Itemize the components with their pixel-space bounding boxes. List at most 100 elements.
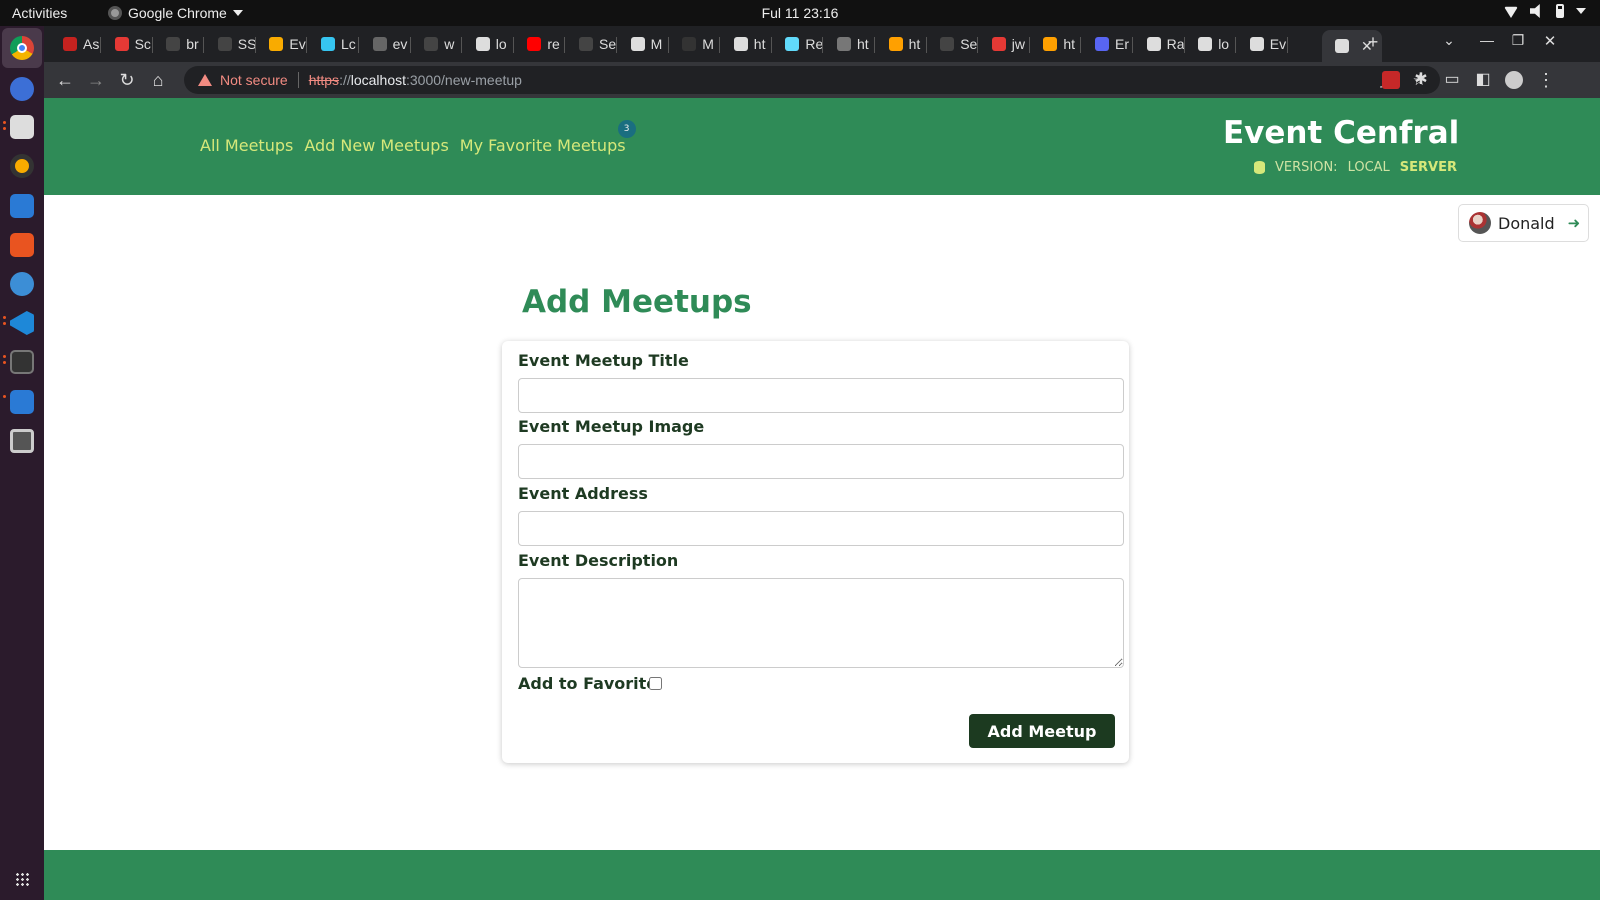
tab-label: ev <box>392 36 408 52</box>
browser-tab[interactable]: Ra <box>1134 30 1185 58</box>
browser-tab[interactable]: ht <box>1030 30 1082 58</box>
browser-tab[interactable]: jw <box>979 30 1030 58</box>
warning-icon <box>198 74 212 86</box>
rhythmbox-icon[interactable] <box>10 154 34 178</box>
globe-icon <box>1198 37 1213 51</box>
browser-tab[interactable]: Er <box>1082 30 1133 58</box>
usb-drive-icon[interactable] <box>10 429 34 453</box>
browser-tab[interactable]: ht <box>721 30 772 58</box>
browser-tab[interactable]: Re <box>772 30 824 58</box>
help-icon[interactable] <box>10 272 34 296</box>
note-icon <box>269 37 284 51</box>
files-icon[interactable] <box>10 115 34 139</box>
jw-icon <box>991 37 1006 51</box>
tab-label: M <box>702 36 714 52</box>
close-window-button[interactable]: ✕ <box>1538 32 1562 50</box>
minimize-button[interactable]: — <box>1475 32 1499 48</box>
activities-button[interactable]: Activities <box>12 5 67 21</box>
tab-label: Ra <box>1166 36 1185 52</box>
battery-icon <box>1556 4 1564 18</box>
browser-tab[interactable]: w <box>411 30 463 58</box>
terminal-icon[interactable] <box>10 350 34 374</box>
cast-icon[interactable]: ▭ <box>1440 68 1464 92</box>
version-label: VERSION: <box>1275 160 1338 175</box>
browser-tab[interactable]: Se <box>927 30 979 58</box>
api-icon <box>837 37 851 51</box>
gmail-icon <box>63 37 77 51</box>
version-local-option[interactable]: LOCAL <box>1348 160 1390 175</box>
browser-tab[interactable]: lo <box>1185 30 1237 58</box>
title-input[interactable] <box>518 378 1124 413</box>
browser-tab[interactable]: SS <box>205 30 256 58</box>
side-panel-icon[interactable]: ◧ <box>1471 68 1495 92</box>
back-button[interactable]: ← <box>53 68 77 92</box>
browser-tab[interactable]: Lc <box>308 30 359 58</box>
chevron-down-icon <box>1576 8 1586 14</box>
browser-tab[interactable]: ev <box>360 30 411 58</box>
puzzle-icon[interactable]: ✱ <box>1409 68 1433 92</box>
profile-avatar[interactable] <box>1505 71 1523 89</box>
browser-tab[interactable]: Ev <box>256 30 308 58</box>
chrome-icon <box>108 6 122 20</box>
dock <box>0 26 44 900</box>
user-menu-button[interactable]: Donald ➜ <box>1458 204 1589 242</box>
add-meetup-button[interactable]: Add Meetup <box>969 714 1115 748</box>
writer-icon[interactable] <box>10 194 34 218</box>
github-icon <box>166 37 181 51</box>
address-bar[interactable]: Not secure https :// localhost :3000/new… <box>184 66 1440 94</box>
browser-tab[interactable]: br <box>153 30 205 58</box>
globe-icon <box>733 37 748 51</box>
nav-my-favorite-meetups[interactable]: My Favorite Meetups 3 <box>460 120 636 155</box>
reload-button[interactable]: ↻ <box>115 68 139 92</box>
browser-tab[interactable]: M <box>669 30 721 58</box>
system-clock[interactable]: Ful 11 23:16 <box>762 5 839 21</box>
logout-icon[interactable]: ➜ <box>1568 214 1581 232</box>
browser-tab[interactable]: re <box>514 30 566 58</box>
version-server-option[interactable]: SERVER <box>1400 160 1457 175</box>
browser-tab[interactable]: As <box>50 30 101 58</box>
github-icon <box>424 37 439 51</box>
thunderbird-icon[interactable] <box>10 77 34 101</box>
not-secure-label[interactable]: Not secure <box>220 72 288 88</box>
extension-icon[interactable] <box>1382 71 1400 89</box>
address-label: Event Address <box>518 484 648 503</box>
tab-label: Lc <box>341 36 356 52</box>
avatar <box>1469 212 1491 234</box>
app-menu[interactable]: Google Chrome <box>108 5 243 21</box>
vscode-icon[interactable] <box>10 311 34 335</box>
system-tray[interactable] <box>1504 4 1586 18</box>
home-button[interactable]: ⌂ <box>146 68 170 92</box>
favorites-count-badge: 3 <box>617 120 636 138</box>
nav-all-meetups[interactable]: All Meetups <box>200 136 293 155</box>
software-center-icon[interactable] <box>10 233 34 257</box>
address-input[interactable] <box>518 511 1124 546</box>
tab-label: lo <box>495 36 507 52</box>
browser-tab[interactable]: M <box>618 30 669 58</box>
browser-tab[interactable]: Ev <box>1237 30 1288 58</box>
nav-add-new-meetups[interactable]: Add New Meetups <box>304 136 448 155</box>
browser-tab[interactable]: ht <box>876 30 927 58</box>
description-textarea[interactable] <box>518 578 1124 668</box>
favorite-checkbox[interactable] <box>649 677 662 690</box>
forward-button[interactable]: → <box>84 68 108 92</box>
show-apps-icon[interactable] <box>15 872 29 886</box>
main-nav: All Meetups Add New Meetups My Favorite … <box>200 120 636 155</box>
page-title: Add Meetups <box>522 284 752 320</box>
new-tab-button[interactable]: + <box>1361 32 1385 53</box>
tab-label: Se <box>599 36 617 52</box>
maximize-button[interactable]: ❐ <box>1506 32 1530 49</box>
wifi-icon <box>1504 6 1518 18</box>
text-editor-icon[interactable] <box>10 390 34 414</box>
handshake-icon <box>1249 37 1264 51</box>
browser-tab[interactable]: Sc <box>102 30 153 58</box>
browser-tab[interactable]: lo <box>463 30 514 58</box>
browser-tab[interactable]: ht <box>824 30 875 58</box>
add-meetup-form: Event Meetup Title Event Meetup Image Ev… <box>502 341 1129 763</box>
url-separator: :// <box>339 72 351 88</box>
tab-label: lo <box>1218 36 1230 52</box>
tab-search-button[interactable]: ⌄ <box>1437 32 1461 49</box>
menu-kebab-icon[interactable]: ⋮ <box>1534 68 1558 92</box>
dock-chrome[interactable] <box>2 28 42 68</box>
browser-tab[interactable]: Se <box>566 30 617 58</box>
image-input[interactable] <box>518 444 1124 479</box>
